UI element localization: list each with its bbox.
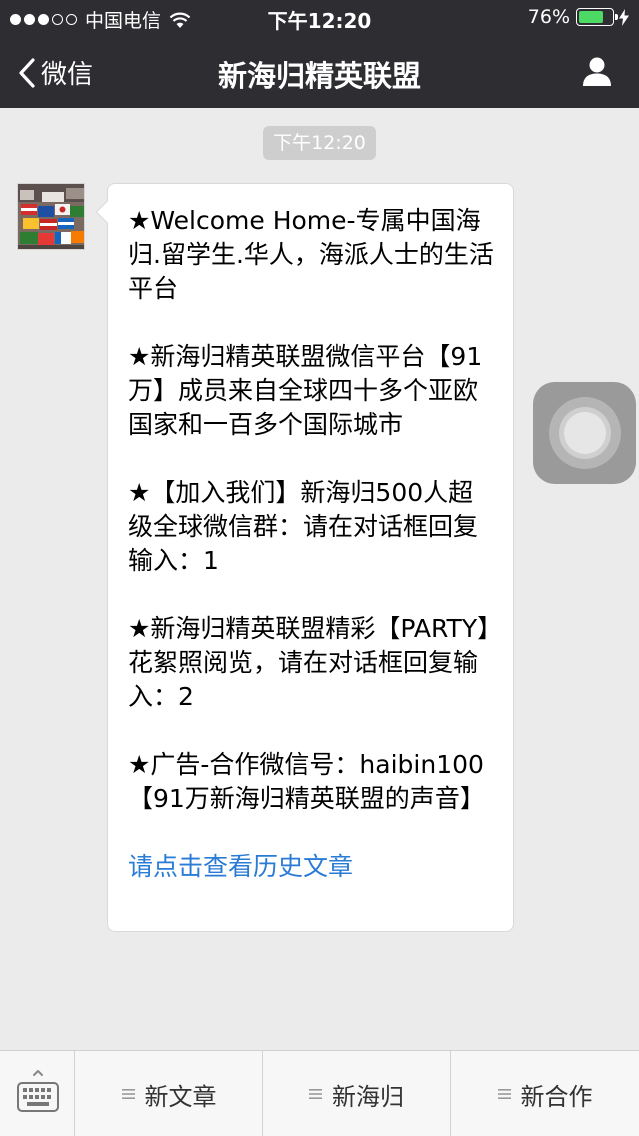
status-bar: 中国电信 下午12:20 76% [0, 0, 639, 36]
keyboard-icon [17, 1070, 59, 1112]
message-bubble[interactable]: ★Welcome Home-专属中国海归.留学生.华人，海派人士的生活平台 ★新… [95, 183, 514, 932]
history-articles-link[interactable]: 请点击查看历史文章 [128, 850, 497, 884]
avatar[interactable] [17, 183, 85, 250]
menu-lines-icon [121, 1089, 135, 1099]
profile-icon[interactable] [581, 55, 613, 87]
message-timestamp: 下午12:20 [263, 126, 376, 160]
status-right: 76% [528, 6, 629, 28]
nav-bar: 微信 新海归精英联盟 [0, 36, 639, 108]
menu-lines-icon [309, 1089, 322, 1099]
assistive-ring [564, 412, 606, 454]
battery-icon [576, 8, 618, 26]
bubble-tail [95, 200, 119, 224]
menu-item-new-cooperation[interactable]: 新合作 [451, 1051, 639, 1136]
menu-item-label: 新文章 [144, 1082, 217, 1111]
top-bar: 中国电信 下午12:20 76% 微信 新海归精英联盟 [0, 0, 639, 108]
menu-item-new-returnees[interactable]: 新海归 [263, 1051, 451, 1136]
bottom-menu-bar: 新文章 新海归 新合作 [0, 1050, 639, 1136]
assistive-touch-button[interactable] [533, 382, 636, 484]
flags-avatar-image [18, 184, 84, 249]
menu-lines-icon [497, 1089, 511, 1099]
keyboard-toggle-button[interactable] [0, 1051, 75, 1136]
message-paragraph: ★广告-合作微信号：haibin100 【91万新海归精英联盟的声音】 [128, 750, 485, 813]
message-paragraph: ★Welcome Home-专属中国海归.留学生.华人，海派人士的生活平台 [128, 206, 494, 303]
battery-cap [615, 14, 618, 20]
message-paragraph: ★新海归精英联盟微信平台【91万】成员来自全球四十多个亚欧国家和一百多个国际城市 [128, 342, 483, 439]
message-paragraph: ★【加入我们】新海归500人超级全球微信群：请在对话框回复输入：1 [128, 478, 479, 575]
menu-item-label: 新合作 [520, 1082, 593, 1111]
menu-item-label: 新海归 [332, 1082, 404, 1111]
battery-fill [579, 11, 604, 23]
battery-percent: 76% [527, 6, 570, 28]
charging-bolt-icon [619, 8, 629, 26]
menu-item-new-articles[interactable]: 新文章 [76, 1051, 263, 1136]
page-title: 新海归精英联盟 [217, 59, 421, 93]
message-paragraph: ★新海归精英联盟精彩【PARTY】花絮照阅览，请在对话框回复输入：2 [128, 614, 490, 711]
